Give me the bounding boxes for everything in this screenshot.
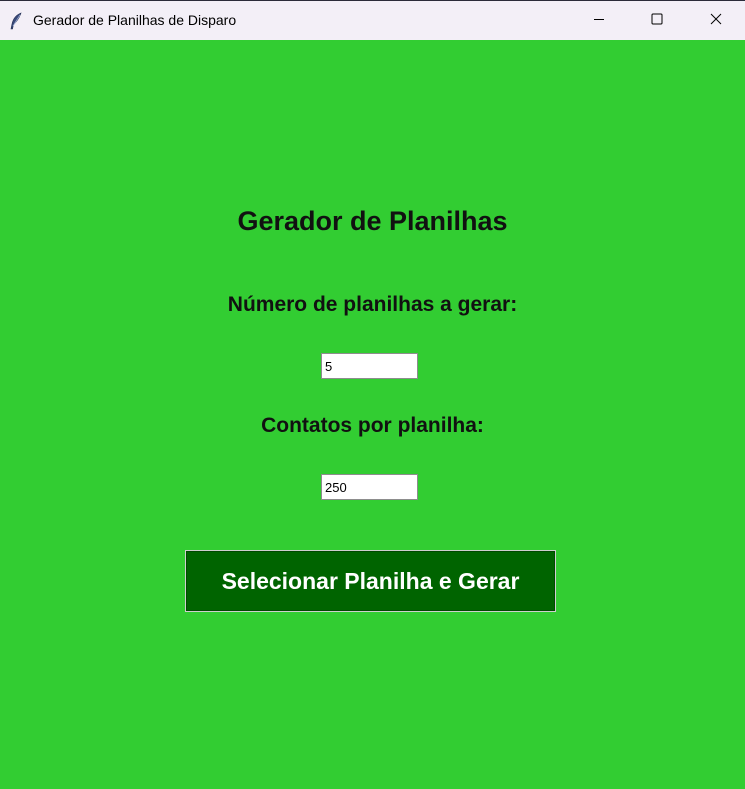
- minimize-icon: [593, 12, 605, 30]
- select-and-generate-button[interactable]: Selecionar Planilha e Gerar: [185, 550, 556, 612]
- contacts-per-sheet-input[interactable]: [321, 474, 418, 500]
- contacts-per-sheet-label: Contatos por planilha:: [261, 414, 484, 437]
- maximize-button[interactable]: [628, 1, 686, 41]
- maximize-icon: [651, 12, 663, 30]
- minimize-button[interactable]: [570, 1, 628, 41]
- close-icon: [710, 12, 722, 30]
- window-title: Gerador de Planilhas de Disparo: [33, 12, 237, 28]
- sheets-count-label: Número de planilhas a gerar:: [227, 293, 518, 316]
- main-window-content: Gerador de Planilhas Número de planilhas…: [0, 40, 745, 789]
- sheets-count-input[interactable]: [321, 353, 418, 379]
- feather-icon: [8, 12, 24, 30]
- title-bar: Gerador de Planilhas de Disparo: [0, 0, 745, 40]
- close-button[interactable]: [687, 1, 745, 41]
- page-title: Gerador de Planilhas: [237, 206, 508, 236]
